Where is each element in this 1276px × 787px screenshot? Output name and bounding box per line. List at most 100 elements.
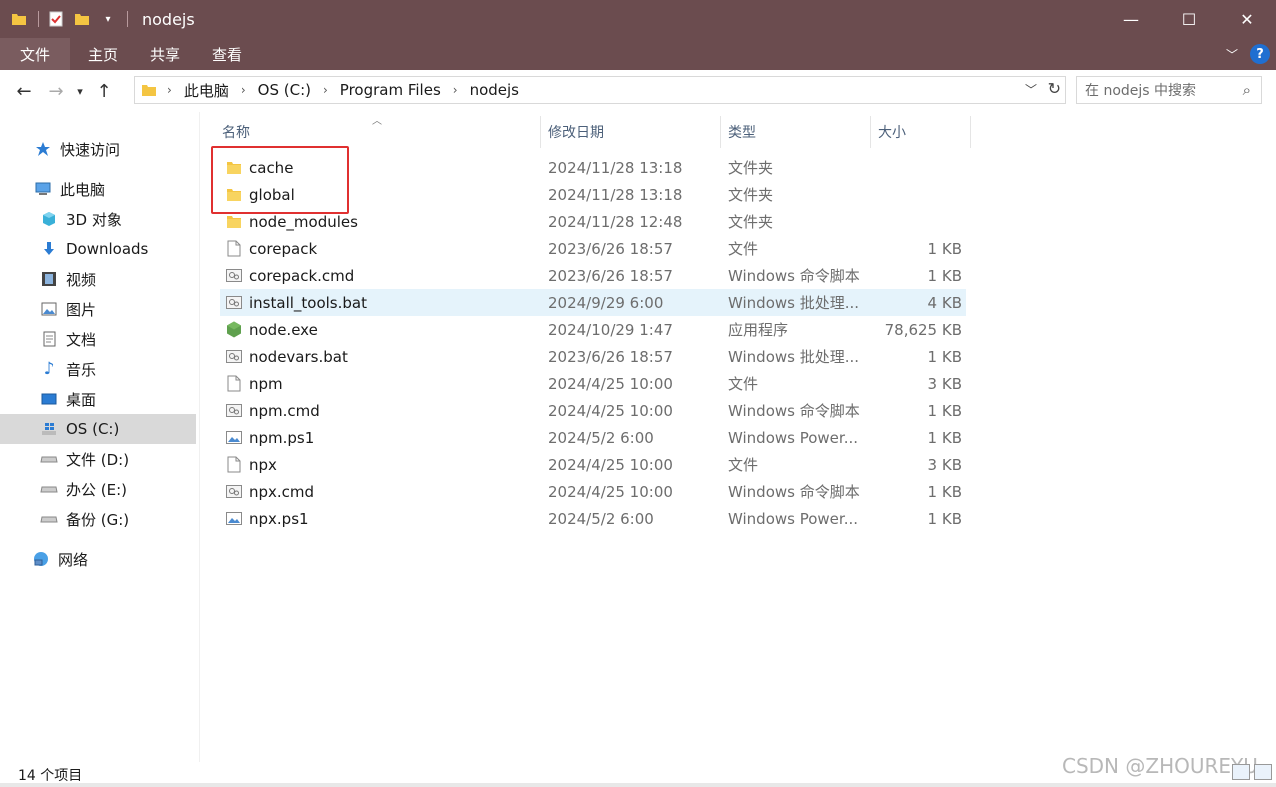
table-row[interactable]: npx 2024/4/25 10:00 文件 3 KB xyxy=(220,451,966,478)
table-row[interactable]: npm.cmd 2024/4/25 10:00 Windows 命令脚本 1 KB xyxy=(220,397,966,424)
file-type: Windows 批处理... xyxy=(728,294,860,312)
sidebar-item-videos[interactable]: 视频 xyxy=(0,264,196,294)
script-icon xyxy=(226,402,242,419)
file-type: 文件 xyxy=(728,240,759,258)
tab-home[interactable]: 主页 xyxy=(72,38,134,70)
column-divider[interactable] xyxy=(540,116,541,148)
large-icons-view-icon[interactable] xyxy=(1254,764,1272,780)
breadcrumb-item[interactable]: 此电脑 xyxy=(184,80,229,101)
window-title: nodejs xyxy=(142,9,195,29)
breadcrumb-item[interactable]: Program Files xyxy=(340,81,441,99)
table-row[interactable]: install_tools.bat 2024/9/29 6:00 Windows 批… xyxy=(220,289,966,316)
recent-locations-button[interactable]: ▾ xyxy=(72,75,88,107)
file-name: nodevars.bat xyxy=(249,347,348,366)
file-size: 1 KB xyxy=(927,239,962,258)
chevron-right-icon[interactable]: › xyxy=(241,83,246,97)
properties-icon[interactable] xyxy=(47,10,65,28)
sidebar-item-music[interactable]: ♪ 音乐 xyxy=(0,354,196,384)
chevron-down-icon[interactable]: ﹀ xyxy=(1025,81,1037,98)
address-row: ← → ▾ ↑ › 此电脑 › OS (C:) › Program Files … xyxy=(0,70,1276,112)
file-date: 2024/5/2 6:00 xyxy=(548,428,654,447)
sidebar-item-documents[interactable]: 文档 xyxy=(0,324,196,354)
chevron-right-icon[interactable]: › xyxy=(323,83,328,97)
sidebar-item-drive-d[interactable]: 文件 (D:) xyxy=(0,444,196,474)
column-divider[interactable] xyxy=(870,116,871,148)
tab-file[interactable]: 文件 xyxy=(0,38,70,70)
music-icon: ♪ xyxy=(43,359,55,379)
sidebar-item-label: 图片 xyxy=(66,300,97,319)
details-view-icon[interactable] xyxy=(1232,764,1250,780)
close-button[interactable]: ✕ xyxy=(1218,0,1276,38)
column-header-type[interactable]: 类型 xyxy=(728,116,868,148)
file-type: Windows Power... xyxy=(728,428,859,447)
file-name: corepack xyxy=(249,239,318,258)
script-icon xyxy=(226,348,242,365)
up-button[interactable]: ↑ xyxy=(88,75,120,107)
new-folder-icon[interactable] xyxy=(73,10,91,28)
back-button[interactable]: ← xyxy=(8,75,40,107)
file-date: 2024/5/2 6:00 xyxy=(548,509,654,528)
chevron-right-icon[interactable]: › xyxy=(167,83,172,97)
table-row[interactable]: npx.cmd 2024/4/25 10:00 Windows 命令脚本 1 KB xyxy=(220,478,966,505)
desktop-icon xyxy=(40,390,58,408)
file-name: npx.ps1 xyxy=(249,509,309,528)
file-date: 2024/11/28 12:48 xyxy=(548,212,683,231)
table-row[interactable]: corepack 2023/6/26 18:57 文件 1 KB xyxy=(220,235,966,262)
folder-icon xyxy=(141,82,157,98)
sidebar-item-os-c[interactable]: OS (C:) xyxy=(0,414,196,444)
table-row[interactable]: corepack.cmd 2023/6/26 18:57 Windows 命令脚本 1… xyxy=(220,262,966,289)
sidebar-item-label: 3D 对象 xyxy=(66,210,122,229)
column-header-size[interactable]: 大小 xyxy=(878,116,968,148)
sidebar-item-drive-e[interactable]: 办公 (E:) xyxy=(0,474,196,504)
forward-button[interactable]: → xyxy=(40,75,72,107)
file-size: 1 KB xyxy=(927,401,962,420)
maximize-button[interactable]: ☐ xyxy=(1160,0,1218,38)
search-icon[interactable]: ⌕ xyxy=(1243,81,1251,99)
help-icon[interactable]: ? xyxy=(1250,44,1270,64)
table-row[interactable]: nodevars.bat 2023/6/26 18:57 Windows 批处理..… xyxy=(220,343,966,370)
address-bar[interactable]: › 此电脑 › OS (C:) › Program Files › nodejs… xyxy=(134,76,1066,104)
chevron-down-icon[interactable]: ﹀ xyxy=(1226,46,1238,63)
chevron-right-icon[interactable]: › xyxy=(453,83,458,97)
chevron-down-icon[interactable]: ▾ xyxy=(99,10,117,28)
horizontal-scrollbar[interactable] xyxy=(0,783,1276,787)
view-switcher xyxy=(1228,764,1272,780)
sidebar-item-quick-access[interactable]: 快速访问 xyxy=(0,134,196,164)
table-row[interactable]: npx.ps1 2024/5/2 6:00 Windows Power... 1 KB xyxy=(220,505,966,532)
breadcrumb-item[interactable]: OS (C:) xyxy=(258,81,311,99)
sidebar-item-drive-g[interactable]: 备份 (G:) xyxy=(0,504,196,534)
file-type: 文件夹 xyxy=(728,186,774,204)
sidebar-item-pictures[interactable]: 图片 xyxy=(0,294,196,324)
sidebar-item-label: 文档 xyxy=(66,330,97,349)
file-size: 1 KB xyxy=(927,347,962,366)
ribbon-right: ﹀ ? xyxy=(1226,44,1270,64)
star-icon xyxy=(34,140,52,158)
breadcrumb-item[interactable]: nodejs xyxy=(470,81,519,99)
table-row[interactable]: node.exe 2024/10/29 1:47 应用程序 78,625 KB xyxy=(220,316,966,343)
table-row[interactable]: npm 2024/4/25 10:00 文件 3 KB xyxy=(220,370,966,397)
file-date: 2023/6/26 18:57 xyxy=(548,239,673,258)
script-icon xyxy=(226,294,242,311)
column-divider[interactable] xyxy=(720,116,721,148)
sidebar-item-this-pc[interactable]: 此电脑 xyxy=(0,174,196,204)
powershell-icon xyxy=(226,429,242,446)
refresh-icon[interactable]: ↻ xyxy=(1048,79,1061,98)
column-header-date[interactable]: 修改日期 xyxy=(548,116,718,148)
column-header-name[interactable]: 名称 xyxy=(222,116,542,148)
sidebar-item-network[interactable]: 网络 xyxy=(0,544,196,574)
breadcrumb: › 此电脑 › OS (C:) › Program Files › nodejs xyxy=(165,80,519,101)
sidebar-item-desktop[interactable]: 桌面 xyxy=(0,384,196,414)
file-type: Windows 命令脚本 xyxy=(728,402,860,420)
column-divider[interactable] xyxy=(970,116,971,148)
file-name: npx.cmd xyxy=(249,482,315,501)
tab-share[interactable]: 共享 xyxy=(134,38,196,70)
file-type: Windows 命令脚本 xyxy=(728,267,860,285)
sidebar-item-downloads[interactable]: Downloads xyxy=(0,234,196,264)
minimize-button[interactable]: — xyxy=(1102,0,1160,38)
sidebar-item-3d-objects[interactable]: 3D 对象 xyxy=(0,204,196,234)
table-row[interactable]: npm.ps1 2024/5/2 6:00 Windows Power... 1 KB xyxy=(220,424,966,451)
tab-view[interactable]: 查看 xyxy=(196,38,258,70)
file-name: npx xyxy=(249,455,277,474)
file-type: Windows 批处理... xyxy=(728,348,860,366)
search-input[interactable]: 在 nodejs 中搜索 ⌕ xyxy=(1076,76,1262,104)
